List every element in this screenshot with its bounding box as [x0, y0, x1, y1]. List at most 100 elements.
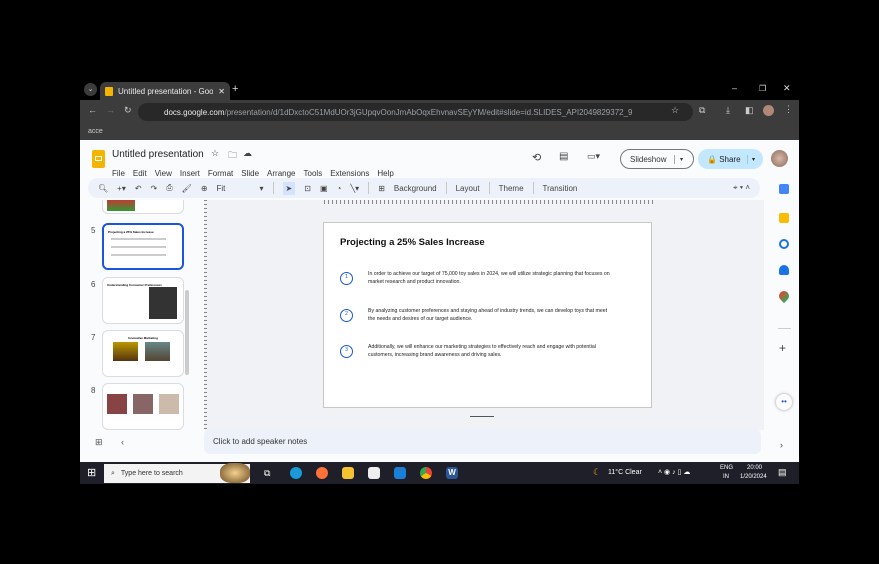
tab-search-button[interactable]: ⌄: [84, 83, 97, 96]
tab-bar: ⌄ Untitled presentation - Google ✕ + – ❐…: [80, 80, 799, 100]
slide-thumbnail-8[interactable]: [102, 383, 184, 430]
theme-button[interactable]: Theme: [499, 184, 524, 193]
assistant-icon[interactable]: ••: [776, 394, 792, 410]
filmstrip-scrollbar[interactable]: [185, 290, 189, 375]
slideshow-button[interactable]: Slideshow ▾: [620, 149, 694, 169]
chrome-icon[interactable]: [420, 467, 432, 479]
undo-icon[interactable]: ↶: [135, 184, 142, 193]
slide-thumbnail-5[interactable]: Projecting a 25% Sales Increase: [102, 223, 184, 270]
grid-view-icon[interactable]: ⊞: [95, 437, 103, 448]
close-window-button[interactable]: ✕: [783, 83, 791, 94]
line-icon[interactable]: ╲▾: [350, 184, 359, 193]
firefox-icon[interactable]: [316, 467, 328, 479]
mail-icon[interactable]: [394, 467, 406, 479]
bullet-point[interactable]: 2 By analyzing customer preferences and s…: [340, 307, 613, 323]
bookmark-star-icon[interactable]: ☆: [671, 105, 679, 116]
background-button[interactable]: Background: [394, 184, 437, 193]
select-tool-icon[interactable]: ➤: [282, 181, 296, 195]
browser-tab[interactable]: Untitled presentation - Google ✕: [100, 82, 230, 100]
star-icon[interactable]: ☆: [211, 148, 219, 159]
shape-icon[interactable]: ◔: [337, 184, 342, 193]
restore-button[interactable]: ❐: [759, 84, 766, 93]
document-title[interactable]: Untitled presentation: [112, 149, 204, 160]
back-icon[interactable]: ←: [88, 105, 97, 115]
minimize-button[interactable]: –: [732, 83, 737, 93]
bookmark-item[interactable]: acce: [88, 128, 103, 135]
tasks-icon[interactable]: [779, 239, 789, 249]
collapse-filmstrip-icon[interactable]: ‹: [121, 437, 124, 447]
clock-date[interactable]: 1/20/2024: [740, 474, 767, 480]
bullet-point[interactable]: 1 In order to achieve our target of 75,00…: [340, 270, 613, 286]
cloud-status-icon: ☁: [243, 148, 252, 158]
menu-tools[interactable]: Tools: [304, 169, 323, 178]
profile-avatar[interactable]: [763, 105, 774, 116]
menu-slide[interactable]: Slide: [241, 169, 259, 178]
text-box-icon[interactable]: ⊡: [304, 184, 311, 193]
language-region[interactable]: IN: [723, 474, 729, 480]
maps-icon[interactable]: [776, 288, 792, 304]
download-icon[interactable]: ⤓: [726, 105, 730, 116]
search-menus-icon[interactable]: 🔍︎: [98, 184, 108, 193]
notifications-icon[interactable]: ▤: [778, 467, 787, 478]
layout-button[interactable]: Layout: [456, 184, 480, 193]
weather-text[interactable]: 11°C Clear: [608, 469, 642, 476]
comments-icon[interactable]: ▤: [559, 151, 568, 162]
word-icon[interactable]: W: [446, 467, 458, 479]
side-panel-icon[interactable]: ◧: [745, 105, 754, 116]
speaker-notes[interactable]: Click to add speaker notes: [204, 429, 761, 454]
transition-button[interactable]: Transition: [543, 184, 578, 193]
slide-thumbnail-7[interactable]: Innovative Marketing: [102, 330, 184, 377]
expand-panel-icon[interactable]: ›: [780, 440, 783, 450]
menu-file[interactable]: File: [112, 169, 125, 178]
share-dropdown-icon[interactable]: ▾: [748, 156, 755, 163]
pointer-options-icon[interactable]: ⌖ ▾ ˄: [733, 183, 750, 193]
file-explorer-icon[interactable]: [342, 467, 354, 479]
get-addons-icon[interactable]: +: [779, 341, 786, 355]
user-avatar[interactable]: [771, 150, 788, 167]
slideshow-dropdown-icon[interactable]: ▾: [675, 156, 683, 163]
tray-icons[interactable]: ˄ ◉ ♪ ▯ ☁: [658, 468, 690, 476]
notes-resize-handle[interactable]: [470, 416, 494, 417]
edge-icon[interactable]: [290, 467, 302, 479]
menu-edit[interactable]: Edit: [133, 169, 147, 178]
clock-time[interactable]: 20:00: [747, 465, 762, 471]
calendar-icon[interactable]: [779, 184, 789, 194]
comment-add-icon[interactable]: ⊞: [378, 184, 385, 193]
windows-start-icon[interactable]: ⊞: [87, 466, 96, 479]
keep-icon[interactable]: [779, 213, 789, 223]
zoom-dropdown-icon[interactable]: ▾: [260, 184, 264, 193]
extensions-icon[interactable]: ⧉: [699, 105, 705, 116]
forward-icon[interactable]: →: [106, 105, 115, 115]
menu-extensions[interactable]: Extensions: [330, 169, 369, 178]
zoom-select[interactable]: Fit: [217, 184, 251, 193]
slide[interactable]: Projecting a 25% Sales Increase 1 In orde…: [323, 222, 652, 408]
reload-icon[interactable]: ↻: [124, 105, 132, 116]
task-view-icon[interactable]: ⧉: [264, 468, 270, 479]
slide-thumbnail-4[interactable]: [102, 200, 184, 214]
menu-arrange[interactable]: Arrange: [267, 169, 295, 178]
menu-help[interactable]: Help: [377, 169, 393, 178]
menu-view[interactable]: View: [155, 169, 172, 178]
browser-menu-icon[interactable]: ⋮: [784, 104, 793, 115]
close-tab-icon[interactable]: ✕: [218, 87, 225, 96]
new-slide-icon[interactable]: +▾: [117, 184, 126, 193]
slide-thumbnail-6[interactable]: Understanding Consumer Preferences: [102, 277, 184, 324]
menu-insert[interactable]: Insert: [180, 169, 200, 178]
image-icon[interactable]: ▣: [320, 184, 328, 193]
version-history-icon[interactable]: ⟲: [532, 151, 541, 164]
store-icon[interactable]: [368, 467, 380, 479]
language-code[interactable]: ENG: [720, 465, 733, 471]
menu-format[interactable]: Format: [208, 169, 233, 178]
paint-format-icon[interactable]: 🖌︎: [182, 184, 192, 193]
share-button[interactable]: 🔒 Share ▾: [698, 149, 763, 169]
redo-icon[interactable]: ↷: [151, 184, 158, 193]
print-icon[interactable]: ⎙: [166, 183, 172, 193]
zoom-icon[interactable]: ⊕: [201, 184, 208, 193]
slide-title[interactable]: Projecting a 25% Sales Increase: [340, 237, 485, 248]
meet-icon[interactable]: ▭▾: [587, 151, 600, 162]
new-tab-button[interactable]: +: [232, 83, 238, 95]
contacts-icon[interactable]: [779, 265, 789, 275]
url-input[interactable]: docs.google.com/presentation/d/1dDxctoC5…: [138, 103, 693, 121]
move-folder-icon[interactable]: 🗀: [228, 148, 237, 164]
bullet-point[interactable]: 3 Additionally, we will enhance our marke…: [340, 343, 613, 359]
